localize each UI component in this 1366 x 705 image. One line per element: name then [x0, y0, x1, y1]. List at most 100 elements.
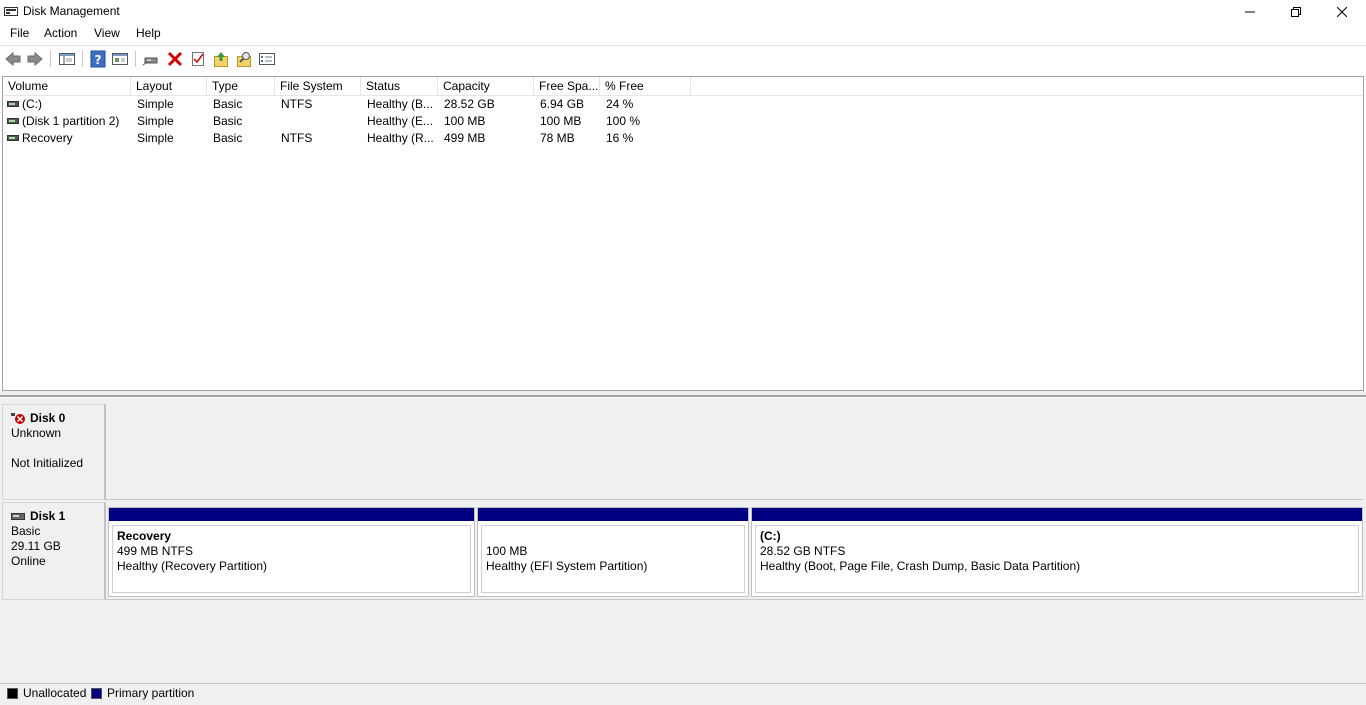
partition-status: Healthy (Boot, Page File, Crash Dump, Ba… [760, 559, 1081, 573]
partition-recovery[interactable]: Recovery 499 MB NTFS Healthy (Recovery P… [108, 507, 475, 597]
legend-unallocated: Unallocated [23, 686, 87, 700]
disk-0-label[interactable]: Disk 0 Unknown Not Initialized [2, 404, 106, 500]
partition-status: Healthy (Recovery Partition) [117, 559, 268, 573]
partition-c[interactable]: (C:) 28.52 GB NTFS Healthy (Boot, Page F… [751, 507, 1363, 597]
disk-0-body [106, 404, 1364, 500]
console-tree-icon[interactable] [58, 50, 76, 68]
column-header-free-space[interactable]: Free Spa... [534, 77, 600, 96]
cell-file-system: NTFS [281, 97, 313, 111]
cell-percent-free: 24 % [606, 97, 634, 111]
svg-text:?: ? [95, 53, 102, 67]
column-header-type[interactable]: Type [207, 77, 275, 96]
column-header-percent-free[interactable]: % Free [600, 77, 691, 96]
partition-name: Recovery [117, 529, 172, 543]
cell-type: Basic [213, 97, 243, 111]
cell-status: Healthy (B... [367, 97, 434, 111]
minimize-button[interactable] [1227, 0, 1273, 24]
search-icon[interactable] [235, 50, 253, 68]
list-header: Volume Layout Type File System Status Ca… [3, 77, 1363, 96]
help-icon[interactable]: ? [89, 50, 107, 68]
disk-map: Disk 0 Unknown Not Initialized Disk 1 Ba… [0, 398, 1366, 683]
table-row[interactable]: Recovery Simple Basic NTFS Healthy (R...… [3, 130, 1363, 147]
cell-type: Basic [213, 131, 243, 145]
restore-button[interactable] [1273, 0, 1319, 24]
primary-partition-swatch [91, 688, 102, 699]
column-header-volume[interactable]: Volume [3, 77, 131, 96]
list-view-icon[interactable] [258, 50, 276, 68]
volume-icon [7, 135, 19, 141]
disk-1-size: 29.11 GB [11, 539, 61, 553]
menu-view[interactable]: View [94, 26, 120, 40]
close-icon [1337, 7, 1347, 17]
connect-drive-icon[interactable] [142, 50, 160, 68]
toolbar: ? [0, 45, 1366, 72]
back-icon[interactable] [4, 50, 22, 68]
cell-status: Healthy (E... [367, 114, 434, 128]
partition-name: (C:) [760, 529, 781, 543]
disk-1-body: Recovery 499 MB NTFS Healthy (Recovery P… [106, 502, 1364, 600]
legend: Unallocated Primary partition [0, 683, 1366, 705]
disk-0-row: Disk 0 Unknown Not Initialized [2, 404, 1364, 500]
cell-percent-free: 16 % [606, 131, 634, 145]
cell-free-space: 6.94 GB [540, 97, 585, 111]
partition-size: 100 MB [486, 544, 528, 558]
disk-error-icon [11, 413, 25, 424]
cell-free-space: 78 MB [540, 131, 575, 145]
disk-1-row: Disk 1 Basic 29.11 GB Online Recovery 49… [2, 502, 1364, 600]
legend-primary-partition: Primary partition [107, 686, 195, 700]
disk-0-type: Unknown [11, 426, 62, 440]
cell-layout: Simple [137, 131, 174, 145]
table-row[interactable]: (C:) Simple Basic NTFS Healthy (B... 28.… [3, 96, 1363, 113]
volume-icon [7, 118, 19, 124]
table-row[interactable]: (Disk 1 partition 2) Simple Basic Health… [3, 113, 1363, 130]
column-header-file-system[interactable]: File System [275, 77, 361, 96]
partition-name [486, 529, 744, 544]
column-header-status[interactable]: Status [361, 77, 438, 96]
disk-1-name-line: Disk 1 [11, 509, 104, 524]
partition-size: 28.52 GB NTFS [760, 544, 846, 558]
partition-size: 499 MB NTFS [117, 544, 194, 558]
unallocated-swatch [7, 688, 18, 699]
window-title: Disk Management [23, 4, 120, 18]
disk-0-name: Disk 0 [30, 411, 66, 425]
partition-efi[interactable]: 100 MB Healthy (EFI System Partition) [477, 507, 749, 597]
partition-details: Recovery 499 MB NTFS Healthy (Recovery P… [112, 525, 471, 593]
column-header-capacity[interactable]: Capacity [438, 77, 534, 96]
cell-status: Healthy (R... [367, 131, 434, 145]
cell-layout: Simple [137, 114, 174, 128]
import-icon[interactable] [212, 50, 230, 68]
disk-icon [11, 513, 25, 520]
primary-partition-bar [109, 508, 474, 521]
menu-help[interactable]: Help [136, 26, 161, 40]
partition-details: (C:) 28.52 GB NTFS Healthy (Boot, Page F… [755, 525, 1359, 593]
cell-volume: (Disk 1 partition 2) [22, 114, 120, 128]
disk-1-state: Online [11, 554, 46, 568]
toolbar-separator [135, 51, 136, 67]
delete-icon[interactable] [166, 50, 184, 68]
primary-partition-bar [752, 508, 1362, 521]
check-icon[interactable] [189, 50, 207, 68]
menu-file[interactable]: File [10, 26, 29, 40]
forward-icon[interactable] [26, 50, 44, 68]
minimize-icon [1245, 11, 1255, 13]
disk-0-name-line: Disk 0 [11, 411, 104, 426]
menu-bar: File Action View Help [0, 24, 1366, 44]
restore-icon [1291, 7, 1301, 17]
title-bar: Disk Management [0, 0, 1366, 24]
pane-splitter[interactable] [0, 391, 1366, 397]
properties-icon[interactable] [111, 50, 129, 68]
primary-partition-bar [478, 508, 748, 521]
volume-list[interactable]: Volume Layout Type File System Status Ca… [2, 76, 1364, 391]
cell-capacity: 100 MB [444, 114, 486, 128]
cell-volume: Recovery [22, 131, 73, 145]
cell-free-space: 100 MB [540, 114, 582, 128]
cell-percent-free: 100 % [606, 114, 641, 128]
cell-capacity: 499 MB [444, 131, 486, 145]
column-header-layout[interactable]: Layout [131, 77, 207, 96]
disk-1-label[interactable]: Disk 1 Basic 29.11 GB Online [2, 502, 106, 600]
menu-action[interactable]: Action [44, 26, 77, 40]
disk-1-type: Basic [11, 524, 41, 538]
close-button[interactable] [1319, 0, 1365, 24]
disk-management-icon [4, 7, 18, 16]
